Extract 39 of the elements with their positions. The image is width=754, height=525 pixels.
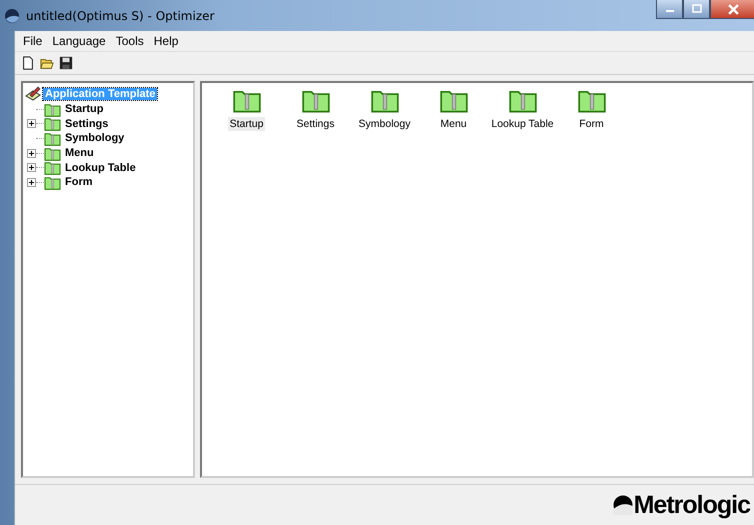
close-button[interactable]: [710, 0, 754, 19]
folder-label[interactable]: Startup: [228, 117, 266, 131]
logo-text: Metrologic: [634, 490, 750, 520]
new-document-icon[interactable]: [21, 56, 35, 70]
minimize-button[interactable]: [656, 0, 683, 19]
maximize-icon: [692, 4, 702, 14]
folder-label[interactable]: Form: [577, 117, 606, 131]
logo-icon: [612, 495, 633, 515]
tree-item[interactable]: Settings: [65, 118, 108, 130]
maximize-button[interactable]: [683, 0, 710, 19]
open-folder-icon[interactable]: [40, 56, 54, 70]
expand-icon[interactable]: [27, 119, 36, 128]
folder-small-icon: [44, 174, 61, 190]
app-logo-icon: [4, 8, 20, 24]
menu-item[interactable]: File: [18, 34, 48, 48]
menu-item[interactable]: Help: [148, 34, 184, 48]
folder-label[interactable]: Lookup Table: [489, 117, 556, 131]
tree-item[interactable]: Symbology: [65, 132, 124, 144]
close-icon: [728, 4, 738, 14]
tree-item[interactable]: Startup: [65, 103, 104, 116]
folder-small-icon: [44, 146, 61, 161]
tree-item[interactable]: Form: [65, 176, 92, 188]
folder-small-icon: [44, 116, 61, 132]
folder-label[interactable]: Settings: [294, 117, 336, 131]
folder-small-icon: [44, 102, 61, 117]
window-title: untitled(Optimus S) - Optimizer: [26, 8, 214, 22]
tree-item[interactable]: Menu: [65, 147, 94, 160]
expand-icon[interactable]: [27, 178, 36, 187]
folder-small-icon: [44, 160, 61, 176]
tree-item[interactable]: Lookup Table: [65, 162, 136, 174]
menu-item[interactable]: Language: [47, 34, 111, 48]
pencil-book-icon: [25, 86, 41, 102]
folder-label[interactable]: Menu: [438, 117, 469, 131]
expand-icon[interactable]: [27, 163, 36, 172]
menu-item[interactable]: Tools: [110, 34, 149, 48]
folder-small-icon: [44, 130, 61, 146]
expand-icon[interactable]: [27, 148, 36, 158]
folder-label[interactable]: Symbology: [356, 117, 412, 131]
save-icon[interactable]: [59, 56, 73, 70]
